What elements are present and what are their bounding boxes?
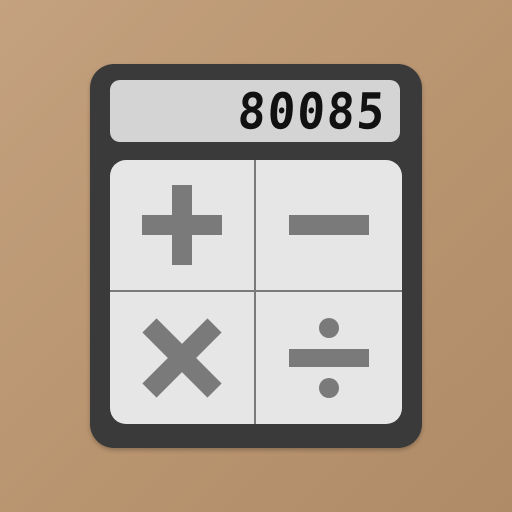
plus-icon	[142, 185, 222, 265]
multiply-button[interactable]	[110, 292, 256, 424]
display-value: 80085	[235, 81, 388, 141]
divide-icon	[289, 318, 369, 398]
add-button[interactable]	[110, 160, 256, 292]
keypad	[110, 160, 402, 424]
calculator-body: 80085	[90, 64, 422, 448]
multiply-icon	[142, 318, 222, 398]
divide-button[interactable]	[256, 292, 402, 424]
calculator-display: 80085	[110, 80, 400, 142]
minus-icon	[289, 215, 369, 235]
subtract-button[interactable]	[256, 160, 402, 292]
